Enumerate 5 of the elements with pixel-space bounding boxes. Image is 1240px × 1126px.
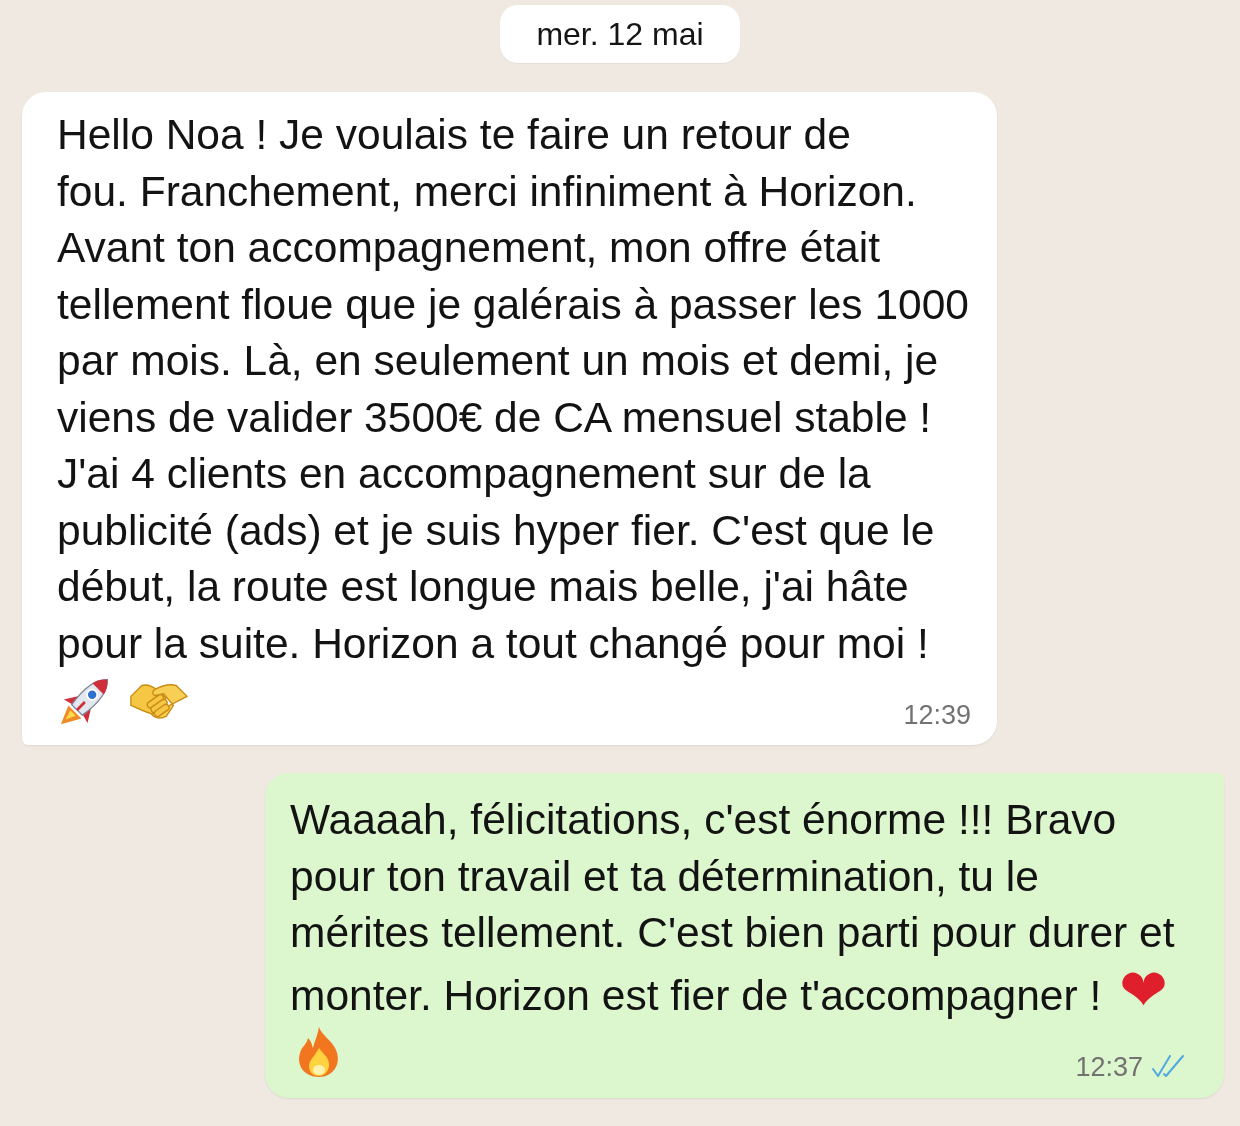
message-text: Hello Noa ! Je voulais te faire un retour de fou. Franchement, merci infiniment à Horizon. Avant ton accompagnement, mon offre était tellement floue que je galérais à passer les 1000 par mois. Là, en seulement un mois et demi, je viens de valider 3500€ de CA mensuel stable ! J'ai 4 clients en accompagnement sur de la publicité (ads) et je suis hyper fier. C'est que le début, la route est longue mais belle, j'ai hâte pour la suite. Horizon a tout changé pour moi ! (57, 110, 970, 669)
message-text: Waaaah, félicitations, c'est énorme !!! Bravo pour ton travail et ta détermination, tu le mérites tellement. C'est bien parti pour durer et monter. Horizon est fier de t'accompagner ! ❤ (290, 795, 1176, 1024)
message-time: 12:37 (1075, 1052, 1143, 1082)
message-time: 12:39 (903, 700, 971, 730)
date-chip: mer. 12 mai (500, 5, 740, 63)
